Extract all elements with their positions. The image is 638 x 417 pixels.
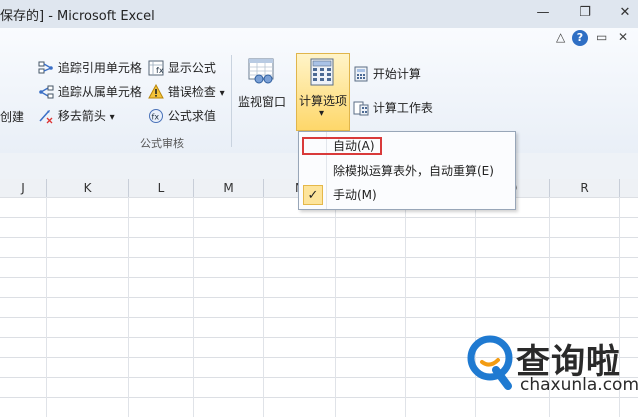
menu-item-automatic-label: 自动(A) [333, 139, 375, 153]
show-formulas-icon: fx [148, 60, 164, 76]
calc-options-dropdown-icon: ▾ [319, 108, 325, 119]
error-checking-label: 错误检查 [167, 85, 216, 99]
column-header-m[interactable]: M [194, 179, 264, 197]
calculator-icon [310, 58, 334, 86]
calc-now-icon [354, 66, 368, 82]
show-formulas-button[interactable]: fx 显示公式 [148, 60, 216, 80]
trace-dependents-label: 追踪从属单元格 [57, 85, 142, 99]
menu-item-automatic-except-tables-label: 除模拟运算表外，自动重算(E) [333, 164, 494, 178]
evaluate-formula-icon: fx [149, 109, 163, 123]
calc-now-button[interactable]: 开始计算 [353, 66, 421, 86]
error-checking-icon [148, 84, 164, 99]
ribbon-minimize-icon[interactable]: △ [556, 30, 565, 44]
menu-item-automatic-except-tables[interactable]: 除模拟运算表外，自动重算(E) [299, 159, 515, 183]
ribbon-restore-icon[interactable]: ▭ [596, 30, 607, 44]
calc-options-label: 计算选项 [299, 94, 348, 108]
grid-line [193, 197, 194, 417]
remove-arrows-dropdown-icon[interactable]: ▾ [110, 112, 115, 123]
column-header-l[interactable]: L [129, 179, 194, 197]
menu-item-manual[interactable]: ✓ 手动(M) [299, 183, 515, 207]
grid-line [128, 197, 129, 417]
calc-sheet-label: 计算工作表 [372, 101, 433, 115]
error-checking-button[interactable]: 错误检查 ▾ [148, 84, 225, 104]
svg-text:fx: fx [152, 113, 160, 122]
trace-precedents-button[interactable]: 追踪引用单元格 [38, 60, 142, 80]
trace-dependents-button[interactable]: 追踪从属单元格 [38, 84, 142, 104]
remove-arrows-button[interactable]: 移去箭头 ▾ [38, 108, 115, 128]
group-separator [231, 55, 232, 147]
calc-options-menu: 自动(A) 除模拟运算表外，自动重算(E) ✓ 手动(M) [298, 131, 516, 210]
error-checking-dropdown-icon[interactable]: ▾ [220, 88, 225, 99]
close-button[interactable]: ✕ [614, 4, 636, 22]
create-label[interactable]: 创建 [0, 108, 24, 125]
trace-precedents-label: 追踪引用单元格 [57, 61, 142, 75]
watermark-url: chaxunla.com [520, 375, 638, 395]
calc-now-label: 开始计算 [372, 67, 421, 81]
calc-sheet-icon [353, 101, 369, 116]
evaluate-formula-button[interactable]: fx 公式求值 [148, 108, 216, 128]
grid-line [46, 197, 47, 417]
watermark-logo-icon [467, 335, 513, 390]
grid-line [335, 197, 336, 417]
grid-line [263, 197, 264, 417]
trace-dependents-icon [39, 85, 54, 99]
trace-precedents-icon [38, 61, 53, 74]
minimize-button[interactable]: — [532, 4, 554, 22]
calc-sheet-button[interactable]: 计算工作表 [353, 100, 433, 120]
watch-window-button[interactable]: 监视窗口 [238, 57, 288, 117]
remove-arrows-icon [39, 110, 53, 124]
watch-window-icon [248, 58, 274, 84]
evaluate-formula-label: 公式求值 [167, 109, 216, 123]
ribbon-close-icon[interactable]: ✕ [618, 30, 628, 44]
calc-options-button[interactable]: 计算选项 ▾ [296, 53, 350, 131]
watch-window-label: 监视窗口 [238, 95, 287, 109]
column-header-j[interactable]: J [0, 179, 47, 197]
grid-line [405, 197, 406, 417]
show-formulas-label: 显示公式 [167, 61, 216, 75]
group-label-formula-auditing: 公式审核 [140, 137, 184, 150]
menu-item-manual-label: 手动(M) [333, 188, 377, 202]
menu-item-automatic[interactable]: 自动(A) [299, 134, 515, 158]
remove-arrows-label: 移去箭头 [57, 109, 106, 123]
checkmark-icon: ✓ [303, 185, 323, 205]
restore-button[interactable]: ❐ [574, 4, 596, 22]
help-icon[interactable]: ? [572, 30, 588, 46]
window-title: 保存的] - Microsoft Excel [0, 9, 155, 24]
svg-text:fx: fx [156, 66, 164, 75]
column-header-r[interactable]: R [550, 179, 620, 197]
column-header-k[interactable]: K [47, 179, 129, 197]
